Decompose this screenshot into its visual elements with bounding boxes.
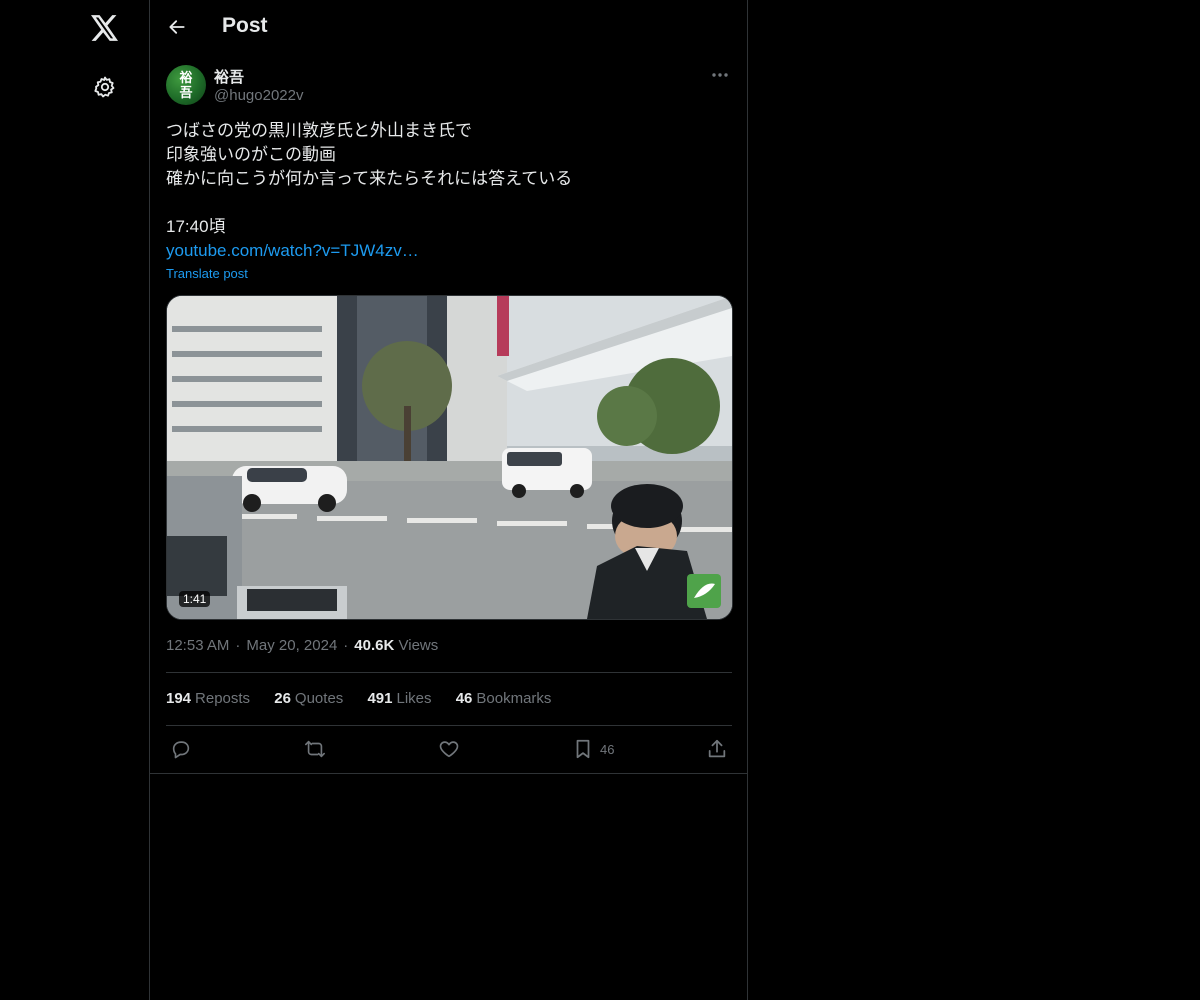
likes-label: Likes [396, 690, 432, 707]
post-time[interactable]: 12:53 AM [166, 637, 229, 654]
bookmarks-count: 46 [455, 690, 473, 707]
likes-count: 491 [367, 690, 393, 707]
left-rail [0, 0, 150, 1000]
tweet-text: つばさの党の黒川敦彦氏と外山まき氏で 印象強いのがこの動画 確かに向こうが何か言… [166, 119, 732, 263]
heart-icon [439, 741, 459, 758]
tweet-line: つばさの党の黒川敦彦氏と外山まき氏で [166, 121, 472, 140]
youtube-link[interactable]: youtube.com/watch?v=TJW4zv… [166, 241, 419, 260]
video-frame-image [167, 296, 732, 619]
quotes-stat[interactable]: 26 Quotes [274, 690, 343, 707]
page-title: Post [222, 14, 268, 37]
tweet-line: 17:40頃 [166, 217, 226, 236]
like-button[interactable] [438, 736, 460, 762]
post-header: Post [150, 0, 747, 54]
post-bottom-border [150, 773, 747, 774]
gear-icon[interactable] [92, 74, 118, 100]
views-count: 40.6K [354, 637, 395, 654]
divider [166, 672, 732, 673]
post-meta: 12:53 AM · May 20, 2024 · 40.6K Views [166, 637, 438, 654]
avatar-text-top: 裕 [179, 70, 193, 85]
divider [166, 725, 732, 726]
reposts-label: Reposts [195, 690, 251, 707]
author-name[interactable]: 裕吾 [214, 66, 244, 87]
arrow-left-icon[interactable] [164, 14, 190, 40]
author-handle[interactable]: @hugo2022v [214, 87, 303, 104]
post-column: Post 裕 吾 裕吾 @hugo2022v つばさの党の黒川敦彦氏と外山まき氏… [150, 0, 748, 1000]
separator-dot: · [343, 637, 349, 654]
engagement-stats: 194 Reposts 26 Quotes 491 Likes 46 Bookmarks [166, 690, 571, 707]
reply-button[interactable] [170, 736, 192, 762]
video-duration-badge: 1:41 [179, 591, 211, 607]
likes-stat[interactable]: 491 Likes [367, 690, 431, 707]
translate-post-link[interactable]: Translate post [166, 266, 248, 281]
repost-button[interactable] [303, 736, 327, 762]
bookmark-action-count: 46 [600, 741, 615, 757]
bookmark-button[interactable]: 46 [572, 736, 614, 762]
bookmark-icon [576, 739, 590, 759]
views-label: Views [398, 637, 439, 654]
bookmarks-label: Bookmarks [476, 690, 552, 707]
separator-dot: · [235, 637, 241, 654]
action-bar: 46 [166, 736, 732, 762]
share-button[interactable] [706, 736, 728, 762]
author-row: 裕 吾 裕吾 @hugo2022v [166, 64, 732, 108]
reply-icon [172, 741, 190, 759]
more-horizontal-icon[interactable] [708, 64, 732, 86]
x-logo-icon[interactable] [90, 13, 120, 43]
avatar[interactable]: 裕 吾 [166, 65, 206, 105]
reposts-stat[interactable]: 194 Reposts [166, 690, 250, 707]
tweet-line: 印象強いのがこの動画 [166, 145, 336, 164]
avatar-text-bottom: 吾 [179, 85, 193, 100]
bookmarks-stat[interactable]: 46 Bookmarks [456, 690, 552, 707]
tweet-line: 確かに向こうが何か言って来たらそれには答えている [166, 169, 573, 188]
repost-icon [305, 740, 325, 758]
video-thumbnail[interactable]: 1:41 [166, 295, 733, 620]
share-icon [708, 739, 726, 758]
reposts-count: 194 [166, 690, 192, 707]
quotes-label: Quotes [294, 690, 344, 707]
quotes-count: 26 [274, 690, 291, 707]
post-date[interactable]: May 20, 2024 [246, 637, 337, 654]
